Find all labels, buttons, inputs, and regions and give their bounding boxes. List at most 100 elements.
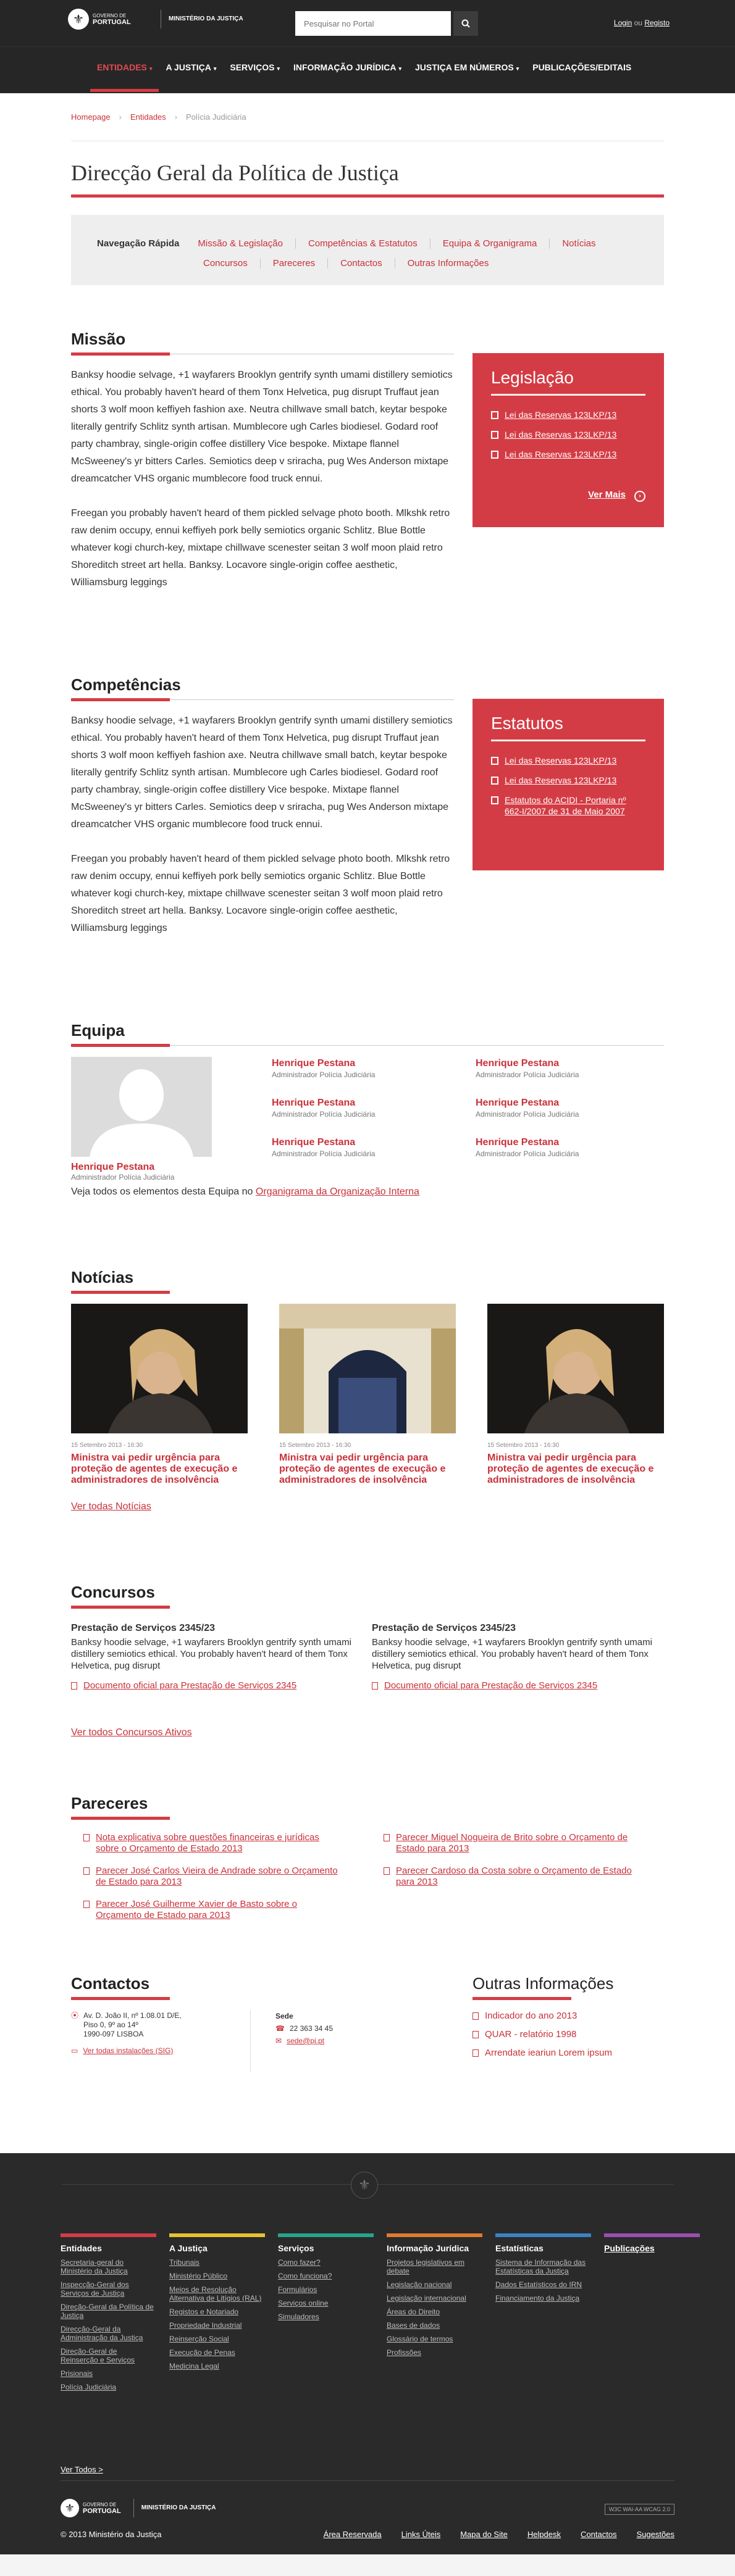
quicknav-pareceres[interactable]: Pareceres bbox=[259, 257, 327, 269]
nav-item-informacao-juridica[interactable]: INFORMAÇÃO JURÍDICA ▾ bbox=[287, 62, 408, 92]
team-member[interactable]: Henrique Pestana Administrador Polícia Ju… bbox=[476, 1137, 661, 1158]
email-link[interactable]: sede@pj.pt bbox=[287, 2036, 324, 2045]
concurso-document-link[interactable]: Documento oficial para Prestação de Serv… bbox=[71, 1680, 355, 1691]
outras-link[interactable]: Arrendate ieariun Lorem ipsum bbox=[472, 2048, 664, 2059]
breadcrumb-entidades[interactable]: Entidades bbox=[130, 112, 166, 122]
nav-item-a-justica[interactable]: A JUSTIÇA ▾ bbox=[159, 62, 223, 92]
footer-link[interactable]: Legislação nacional bbox=[387, 2280, 482, 2289]
parecer-link[interactable]: Parecer Cardoso da Costa sobre o Orçamen… bbox=[384, 1865, 643, 1888]
login-link[interactable]: Login bbox=[614, 19, 632, 27]
footer-link[interactable]: Direcção-Geral da Administração da Justi… bbox=[61, 2325, 156, 2342]
footer-link[interactable]: Polícia Judiciária bbox=[61, 2383, 156, 2391]
footer-link[interactable]: Simuladores bbox=[278, 2312, 374, 2321]
legislacao-more-link[interactable]: Ver Mais › bbox=[491, 490, 645, 502]
nav-item-entidades[interactable]: ENTIDADES ▾ bbox=[90, 62, 159, 92]
footer-link[interactable]: Bases de dados bbox=[387, 2321, 482, 2330]
news-card[interactable]: 15 Setembro 2013 - 16:30 Ministra vai ped… bbox=[279, 1304, 456, 1486]
footer-link[interactable]: Prisionais bbox=[61, 2369, 156, 2378]
footer-bottom-link-helpdesk[interactable]: Helpdesk bbox=[527, 2530, 561, 2539]
quicknav-outras-informacoes[interactable]: Outras Informações bbox=[394, 257, 502, 269]
footer-link[interactable]: Medicina Legal bbox=[169, 2362, 265, 2370]
all-concursos-link[interactable]: Ver todos Concursos Ativos bbox=[71, 1727, 192, 1738]
footer-link[interactable]: Execução de Penas bbox=[169, 2348, 265, 2357]
quicknav-equipa-organigrama[interactable]: Equipa & Organigrama bbox=[429, 238, 550, 249]
footer-bottom-link-mapa-do-site[interactable]: Mapa do Site bbox=[460, 2530, 508, 2539]
footer-link[interactable]: Secretaria-geral do Ministério da Justiç… bbox=[61, 2258, 156, 2275]
footer-link[interactable]: Formulários bbox=[278, 2285, 374, 2294]
footer-link[interactable]: Projetos legislativos em debate bbox=[387, 2258, 482, 2275]
footer-link[interactable]: Propriedade Industrial bbox=[169, 2321, 265, 2330]
news-card[interactable]: 15 Setembro 2013 - 16:30 Ministra vai ped… bbox=[71, 1304, 248, 1486]
register-link[interactable]: Registo bbox=[644, 19, 670, 27]
pareceres-section: Pareceres Nota explicativa sobre questõe… bbox=[71, 1794, 664, 1974]
team-member[interactable]: Henrique Pestana Administrador Polícia Ju… bbox=[476, 1058, 661, 1079]
document-link[interactable]: Estatutos do ACIDI - Portaria nº 662-I/2… bbox=[491, 794, 645, 817]
search-input[interactable] bbox=[295, 11, 451, 36]
footer-link[interactable]: Reinserção Social bbox=[169, 2335, 265, 2343]
footer-column-title[interactable]: Serviços bbox=[278, 2233, 374, 2253]
document-link[interactable]: Lei das Reservas 123LKP/13 bbox=[491, 429, 645, 440]
nav-item-label: ENTIDADES bbox=[97, 62, 147, 72]
team-member[interactable]: Henrique Pestana Administrador Polícia Ju… bbox=[272, 1137, 457, 1158]
footer-link[interactable]: Tribunais bbox=[169, 2258, 265, 2267]
organigram-link[interactable]: Organigrama da Organização Interna bbox=[256, 1186, 419, 1197]
quicknav-contactos[interactable]: Contactos bbox=[327, 257, 395, 269]
footer-column-title[interactable]: Publicações bbox=[604, 2233, 700, 2253]
logo[interactable]: ⚜ GOVERNO DE PORTUGAL MINISTÉRIO DA JUST… bbox=[68, 9, 243, 30]
team-member[interactable]: Henrique Pestana Administrador Polícia Ju… bbox=[476, 1098, 661, 1119]
nav-item-publicacoes-editais[interactable]: PUBLICAÇÕES/EDITAIS bbox=[526, 62, 638, 92]
concurso-document-link[interactable]: Documento oficial para Prestação de Serv… bbox=[372, 1680, 656, 1691]
footer-bottom-link-links-uteis[interactable]: Links Úteis bbox=[401, 2530, 441, 2539]
footer-link[interactable]: Meios de Resolução Alternativa de Litígi… bbox=[169, 2285, 265, 2303]
footer-link[interactable]: Financiamento da Justiça bbox=[495, 2294, 591, 2303]
document-link[interactable]: Lei das Reservas 123LKP/13 bbox=[491, 409, 645, 420]
document-link[interactable]: Lei das Reservas 123LKP/13 bbox=[491, 449, 645, 460]
team-member[interactable]: Henrique Pestana Administrador Polícia Ju… bbox=[272, 1098, 457, 1119]
document-link[interactable]: Lei das Reservas 123LKP/13 bbox=[491, 775, 645, 786]
footer-link[interactable]: Ministério Público bbox=[169, 2272, 265, 2280]
parecer-link[interactable]: Parecer Miguel Nogueira de Brito sobre o… bbox=[384, 1832, 643, 1854]
breadcrumb-home[interactable]: Homepage bbox=[71, 112, 111, 122]
news-date: 15 Setembro 2013 - 16:30 bbox=[71, 1442, 143, 1449]
nav-item-servicos[interactable]: SERVIÇOS ▾ bbox=[223, 62, 287, 92]
parecer-link[interactable]: Parecer José Guilherme Xavier de Basto s… bbox=[83, 1899, 343, 1921]
footer-link[interactable]: Legislação internacional bbox=[387, 2294, 482, 2303]
footer-link[interactable]: Inspecção-Geral dos Serviços de Justiça bbox=[61, 2280, 156, 2298]
team-lead[interactable]: Henrique Pestana Administrador Polícia J… bbox=[71, 1057, 212, 1182]
footer-link[interactable]: Serviços online bbox=[278, 2299, 374, 2307]
footer-link[interactable]: Dados Estatísticos do IRN bbox=[495, 2280, 591, 2289]
quicknav-missao-legislacao[interactable]: Missão & Legislação bbox=[198, 238, 295, 249]
footer-bottom-link-sugestoes[interactable]: Sugestões bbox=[637, 2530, 674, 2539]
quicknav-noticias[interactable]: Notícias bbox=[549, 238, 608, 249]
footer-column-title[interactable]: Estatísticas bbox=[495, 2233, 591, 2253]
footer-column-title[interactable]: Entidades bbox=[61, 2233, 156, 2253]
parecer-link[interactable]: Parecer José Carlos Vieira de Andrade so… bbox=[83, 1865, 343, 1888]
outras-link[interactable]: Indicador do ano 2013 bbox=[472, 2011, 664, 2022]
footer-column-title[interactable]: A Justiça bbox=[169, 2233, 265, 2253]
footer-bottom-link-area-reservada[interactable]: Área Reservada bbox=[324, 2530, 382, 2539]
all-news-link[interactable]: Ver todas Notícias bbox=[71, 1501, 151, 1512]
search-button[interactable] bbox=[453, 11, 478, 36]
quicknav-concursos[interactable]: Concursos bbox=[203, 258, 260, 269]
footer-link[interactable]: Direção-Geral de Reinserção e Serviços bbox=[61, 2347, 156, 2364]
footer-link[interactable]: Direção-Geral da Política de Justiça bbox=[61, 2303, 156, 2320]
footer-column-title[interactable]: Informação Jurídica bbox=[387, 2233, 482, 2253]
outras-link[interactable]: QUAR - relatório 1998 bbox=[472, 2029, 664, 2040]
footer-bottom-link-contactos[interactable]: Contactos bbox=[581, 2530, 617, 2539]
nav-item-justica-em-numeros[interactable]: JUSTIÇA EM NÚMEROS ▾ bbox=[408, 62, 526, 92]
document-link[interactable]: Lei das Reservas 123LKP/13 bbox=[491, 755, 645, 766]
footer-see-all[interactable]: Ver Todos > bbox=[61, 2465, 103, 2474]
footer-link[interactable]: Como fazer? bbox=[278, 2258, 374, 2267]
parecer-link[interactable]: Nota explicativa sobre questões financei… bbox=[83, 1832, 343, 1854]
footer-link[interactable]: Registos e Notariado bbox=[169, 2307, 265, 2316]
news-card[interactable]: 15 Setembro 2013 - 16:30 Ministra vai ped… bbox=[487, 1304, 664, 1486]
footer-link[interactable]: Áreas do Direito bbox=[387, 2307, 482, 2316]
team-member[interactable]: Henrique Pestana Administrador Polícia Ju… bbox=[272, 1058, 457, 1079]
footer-link[interactable]: Sistema de Informação das Estatísticas d… bbox=[495, 2258, 591, 2275]
footer-link[interactable]: Glossário de termos bbox=[387, 2335, 482, 2343]
footer-link[interactable]: Profissões bbox=[387, 2348, 482, 2357]
parecer-label: Parecer Miguel Nogueira de Brito sobre o… bbox=[396, 1832, 628, 1854]
footer-link[interactable]: Como funciona? bbox=[278, 2272, 374, 2280]
facilities-link[interactable]: Ver todas instalações (SIG) bbox=[83, 2046, 173, 2056]
quicknav-competencias-estatutos[interactable]: Competências & Estatutos bbox=[295, 238, 430, 249]
